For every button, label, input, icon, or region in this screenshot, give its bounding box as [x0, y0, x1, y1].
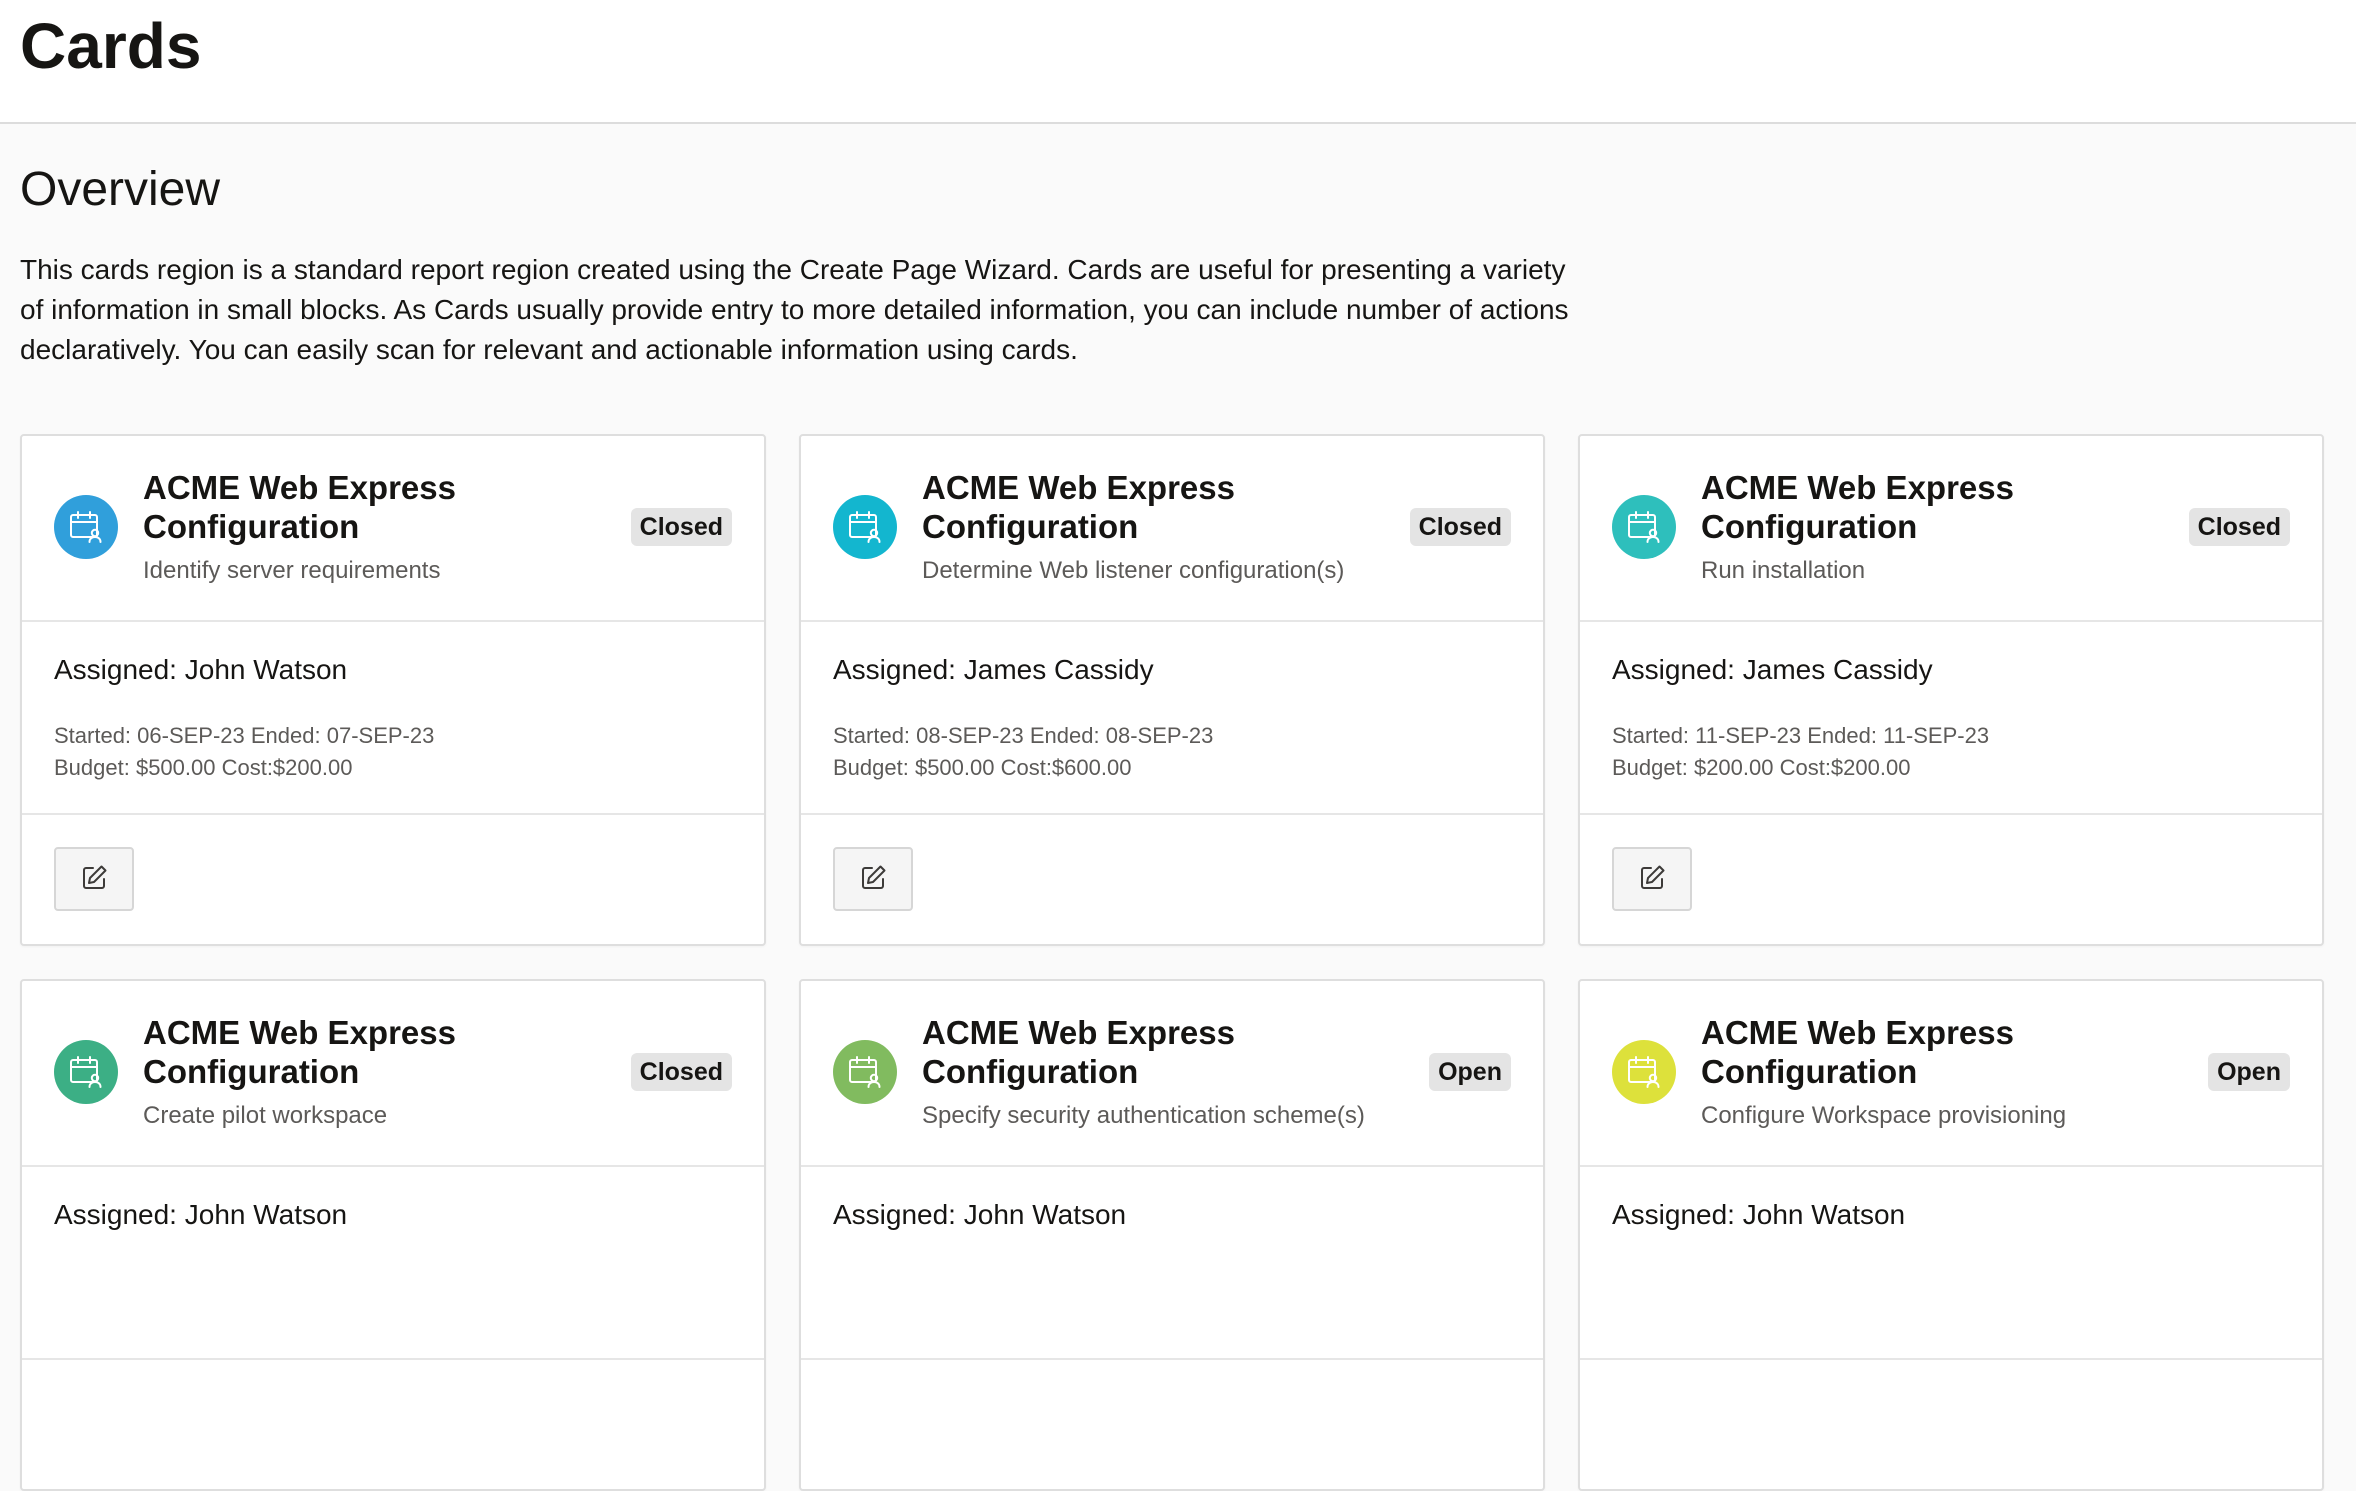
card-body: Assigned: James Cassidy Started: 08-SEP-…	[801, 622, 1543, 815]
card-body: Assigned: James Cassidy Started: 11-SEP-…	[1580, 622, 2322, 815]
card-title[interactable]: ACME Web Express Configuration	[1701, 1013, 2121, 1091]
calendar-user-icon	[833, 1040, 897, 1104]
status-badge: Open	[1429, 1053, 1511, 1091]
card-actions	[801, 815, 1543, 944]
card-header: ACME Web Express Configuration Run insta…	[1580, 436, 2322, 622]
status-badge: Closed	[2188, 508, 2290, 546]
card-title[interactable]: ACME Web Express Configuration	[143, 468, 563, 546]
card-header: ACME Web Express Configuration Create pi…	[22, 981, 764, 1167]
edit-icon	[858, 863, 888, 896]
edit-icon	[79, 863, 109, 896]
calendar-user-icon	[1612, 495, 1676, 559]
card-header: ACME Web Express Configuration Configure…	[1580, 981, 2322, 1167]
card-title[interactable]: ACME Web Express Configuration	[143, 1013, 563, 1091]
card[interactable]: ACME Web Express Configuration Configure…	[1578, 979, 2324, 1491]
calendar-user-icon	[54, 1040, 118, 1104]
overview-text: This cards region is a standard report r…	[20, 254, 1569, 365]
status-badge: Closed	[1409, 508, 1511, 546]
card[interactable]: ACME Web Express Configuration Run insta…	[1578, 434, 2324, 946]
calendar-user-icon	[833, 495, 897, 559]
card-subtitle: Identify server requirements	[143, 557, 441, 584]
card-subtitle: Determine Web listener configuration(s)	[922, 557, 1345, 584]
card-assigned: Assigned: John Watson	[54, 1199, 348, 1230]
card-actions	[22, 815, 764, 944]
card-budget: Budget: $500.00 Cost:$600.00	[833, 755, 1132, 780]
card-subtitle: Run installation	[1701, 557, 1866, 584]
calendar-user-icon	[1612, 1040, 1676, 1104]
card-subtitle: Configure Workspace provisioning	[1701, 1102, 2067, 1129]
card-assigned: Assigned: James Cassidy	[833, 654, 1154, 685]
card-header: ACME Web Express Configuration Identify …	[22, 436, 764, 622]
card-assigned: Assigned: John Watson	[54, 654, 348, 685]
edit-button[interactable]	[1612, 847, 1692, 911]
page-header: Cards	[0, 0, 2356, 124]
card-dates: Started: 08-SEP-23 Ended: 08-SEP-23	[833, 723, 1214, 748]
page-title: Cards	[20, 10, 202, 82]
card[interactable]: ACME Web Express Configuration Create pi…	[20, 979, 766, 1491]
calendar-user-icon	[54, 495, 118, 559]
card[interactable]: ACME Web Express Configuration Identify …	[20, 434, 766, 946]
card-dates: Started: 06-SEP-23 Ended: 07-SEP-23	[54, 723, 435, 748]
card-title[interactable]: ACME Web Express Configuration	[922, 1013, 1342, 1091]
card-title[interactable]: ACME Web Express Configuration	[922, 468, 1342, 546]
cards-region: ACME Web Express Configuration Identify …	[20, 434, 2326, 1491]
status-badge: Closed	[630, 1053, 732, 1091]
card-header: ACME Web Express Configuration Specify s…	[801, 981, 1543, 1167]
status-badge: Closed	[630, 508, 732, 546]
status-badge: Open	[2208, 1053, 2290, 1091]
card[interactable]: ACME Web Express Configuration Determine…	[799, 434, 1545, 946]
card-header: ACME Web Express Configuration Determine…	[801, 436, 1543, 622]
card-title[interactable]: ACME Web Express Configuration	[1701, 468, 2121, 546]
card[interactable]: ACME Web Express Configuration Specify s…	[799, 979, 1545, 1491]
card-assigned: Assigned: John Watson	[1612, 1199, 1906, 1230]
edit-button[interactable]	[833, 847, 913, 911]
card-assigned: Assigned: James Cassidy	[1612, 654, 1933, 685]
card-budget: Budget: $500.00 Cost:$200.00	[54, 755, 353, 780]
card-dates: Started: 11-SEP-23 Ended: 11-SEP-23	[1612, 723, 1990, 748]
overview-title: Overview	[20, 163, 221, 216]
edit-button[interactable]	[54, 847, 134, 911]
card-subtitle: Create pilot workspace	[143, 1102, 388, 1129]
card-body: Assigned: John Watson Started: 06-SEP-23…	[22, 622, 764, 815]
card-budget: Budget: $200.00 Cost:$200.00	[1612, 755, 1911, 780]
card-subtitle: Specify security authentication scheme(s…	[922, 1102, 1365, 1129]
card-actions	[1580, 815, 2322, 944]
card-assigned: Assigned: John Watson	[833, 1199, 1127, 1230]
edit-icon	[1637, 863, 1667, 896]
